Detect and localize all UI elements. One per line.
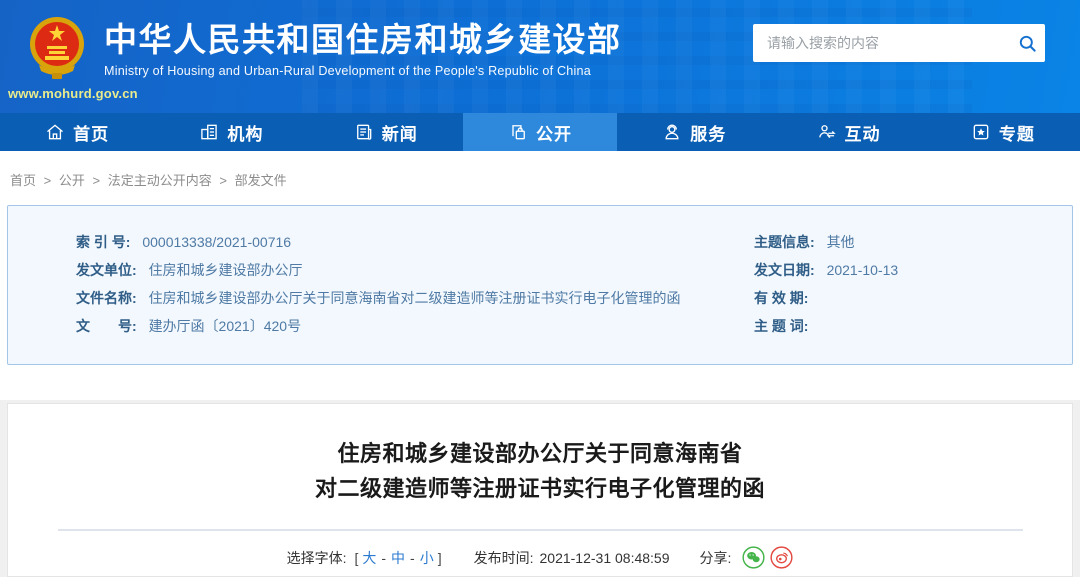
nav-item-home[interactable]: 首页 xyxy=(0,113,154,151)
disclosure-icon xyxy=(512,125,525,140)
article-title-line1: 住房和城乡建设部办公厅关于同意海南省 xyxy=(337,441,743,466)
bracket-close: ] xyxy=(437,549,442,566)
nav-item-label: 服务 xyxy=(690,124,727,144)
nav-item-topics[interactable]: 专题 xyxy=(926,113,1080,151)
article-title-line2: 对二级建造师等注册证书实行电子化管理的函 xyxy=(314,476,765,501)
search-button[interactable] xyxy=(1009,24,1045,62)
info-label: 发文日期: xyxy=(754,262,815,278)
share-label: 分享: xyxy=(699,549,732,566)
font-size-small-button[interactable]: 小 xyxy=(420,548,434,568)
info-value: 建办厅函〔2021〕420号 xyxy=(148,318,302,334)
breadcrumb-separator: > xyxy=(92,173,101,188)
info-label: 发文单位: xyxy=(76,262,137,278)
info-row-issue-date: 发文日期: 2021-10-13 xyxy=(754,261,1072,280)
breadcrumb-link-home[interactable]: 首页 xyxy=(10,173,36,188)
nav-item-label: 专题 xyxy=(998,124,1035,144)
weibo-share-icon[interactable] xyxy=(770,546,793,569)
publish-time-value: 2021-12-31 08:48:59 xyxy=(539,549,670,566)
article-meta-bar: 选择字体: [ 大 - 中 - 小 ] 发布时间: 2021-12-31 08:… xyxy=(8,546,1072,569)
breadcrumb-link-disclosure[interactable]: 公开 xyxy=(59,173,85,188)
organization-icon xyxy=(201,124,218,140)
nav-item-news[interactable]: 新闻 xyxy=(309,113,463,151)
article-title: 住房和城乡建设部办公厅关于同意海南省 对二级建造师等注册证书实行电子化管理的函 xyxy=(8,436,1072,506)
info-label: 索 引 号: xyxy=(76,234,131,250)
font-size-medium-button[interactable]: 中 xyxy=(391,548,405,568)
info-row-issuing-unit: 发文单位: 住房和城乡建设部办公厅 xyxy=(76,261,754,280)
breadcrumb-link-statutory-content[interactable]: 法定主动公开内容 xyxy=(108,173,212,188)
info-row-document-number: 文 号: 建办厅函〔2021〕420号 xyxy=(76,317,754,336)
info-label: 主题信息: xyxy=(754,234,815,250)
topic-icon xyxy=(973,124,989,140)
info-row-index-number: 索 引 号: 000013338/2021-00716 xyxy=(76,233,754,252)
info-row-keywords: 主 题 词: xyxy=(754,317,1072,336)
info-row-document-title: 文件名称: 住房和城乡建设部办公厅关于同意海南省对二级建造师等注册证书实行电子化… xyxy=(76,289,754,308)
breadcrumb: 首页 > 公开 > 法定主动公开内容 > 部发文件 xyxy=(0,151,1080,205)
font-size-dash: - xyxy=(381,549,387,566)
info-value: 其他 xyxy=(826,234,855,250)
national-emblem xyxy=(30,17,84,79)
font-size-dash: - xyxy=(410,549,415,566)
site-url: www.mohurd.gov.cn xyxy=(8,86,138,101)
bracket-open: [ xyxy=(354,549,359,566)
nav-item-label: 互动 xyxy=(844,124,881,144)
info-label: 文 号: xyxy=(76,318,137,334)
document-info-panel: 索 引 号: 000013338/2021-00716 发文单位: 住房和城乡建… xyxy=(7,205,1073,365)
nav-item-organization[interactable]: 机构 xyxy=(154,113,308,151)
breadcrumb-separator: > xyxy=(219,173,227,188)
publish-time-group: 发布时间: 2021-12-31 08:48:59 xyxy=(474,548,670,568)
main-nav: 首页 机构 新闻 公开 服务 互动 专题 xyxy=(0,113,1080,151)
font-size-label: 选择字体: xyxy=(286,549,347,566)
font-size-selector: 选择字体: [ 大 - 中 - 小 ] xyxy=(287,548,444,568)
info-value: 2021-10-13 xyxy=(826,262,899,278)
news-icon xyxy=(356,124,372,140)
info-value: 000013338/2021-00716 xyxy=(142,234,292,250)
info-row-validity: 有 效 期: xyxy=(754,289,1072,308)
breadcrumb-separator: > xyxy=(43,173,52,188)
nav-item-service[interactable]: 服务 xyxy=(617,113,771,151)
search-box xyxy=(753,24,1045,62)
info-label: 有 效 期: xyxy=(754,290,809,306)
site-title-block: 中华人民共和国住房和城乡建设部 Ministry of Housing and … xyxy=(104,20,622,78)
info-value: 住房和城乡建设部办公厅 xyxy=(148,262,303,278)
site-header: www.mohurd.gov.cn 中华人民共和国住房和城乡建设部 Minist… xyxy=(0,0,1080,113)
service-icon xyxy=(665,124,679,140)
home-icon xyxy=(47,124,64,140)
info-label: 主 题 词: xyxy=(754,318,809,334)
search-input[interactable] xyxy=(753,35,1009,51)
interaction-icon xyxy=(818,125,836,139)
article-panel: 住房和城乡建设部办公厅关于同意海南省 对二级建造师等注册证书实行电子化管理的函 … xyxy=(7,403,1073,577)
search-icon xyxy=(1019,35,1036,52)
nav-item-label: 新闻 xyxy=(381,124,418,144)
doc-info-left-column: 索 引 号: 000013338/2021-00716 发文单位: 住房和城乡建… xyxy=(76,233,754,364)
wechat-share-icon[interactable] xyxy=(742,546,765,569)
nav-item-label: 公开 xyxy=(535,124,572,144)
nav-item-disclosure[interactable]: 公开 xyxy=(462,113,618,151)
font-size-large-button[interactable]: 大 xyxy=(362,548,376,568)
article-section: 住房和城乡建设部办公厅关于同意海南省 对二级建造师等注册证书实行电子化管理的函 … xyxy=(0,400,1080,577)
publish-time-label: 发布时间: xyxy=(473,549,534,566)
article-divider xyxy=(57,529,1023,531)
breadcrumb-current: 部发文件 xyxy=(234,173,287,188)
info-row-subject-info: 主题信息: 其他 xyxy=(754,233,1072,252)
site-title-en: Ministry of Housing and Urban-Rural Deve… xyxy=(104,64,591,78)
site-title-cn: 中华人民共和国住房和城乡建设部 xyxy=(104,21,622,58)
info-label: 文件名称: xyxy=(76,290,137,306)
nav-item-interaction[interactable]: 互动 xyxy=(771,113,925,151)
nav-item-label: 机构 xyxy=(227,124,264,144)
nav-item-label: 首页 xyxy=(73,124,110,144)
share-group: 分享: xyxy=(700,546,794,569)
info-value: 住房和城乡建设部办公厅关于同意海南省对二级建造师等注册证书实行电子化管理的函 xyxy=(148,290,681,306)
section-gap xyxy=(0,365,1080,400)
doc-info-right-column: 主题信息: 其他 发文日期: 2021-10-13 有 效 期: 主 题 词: xyxy=(754,233,1072,364)
